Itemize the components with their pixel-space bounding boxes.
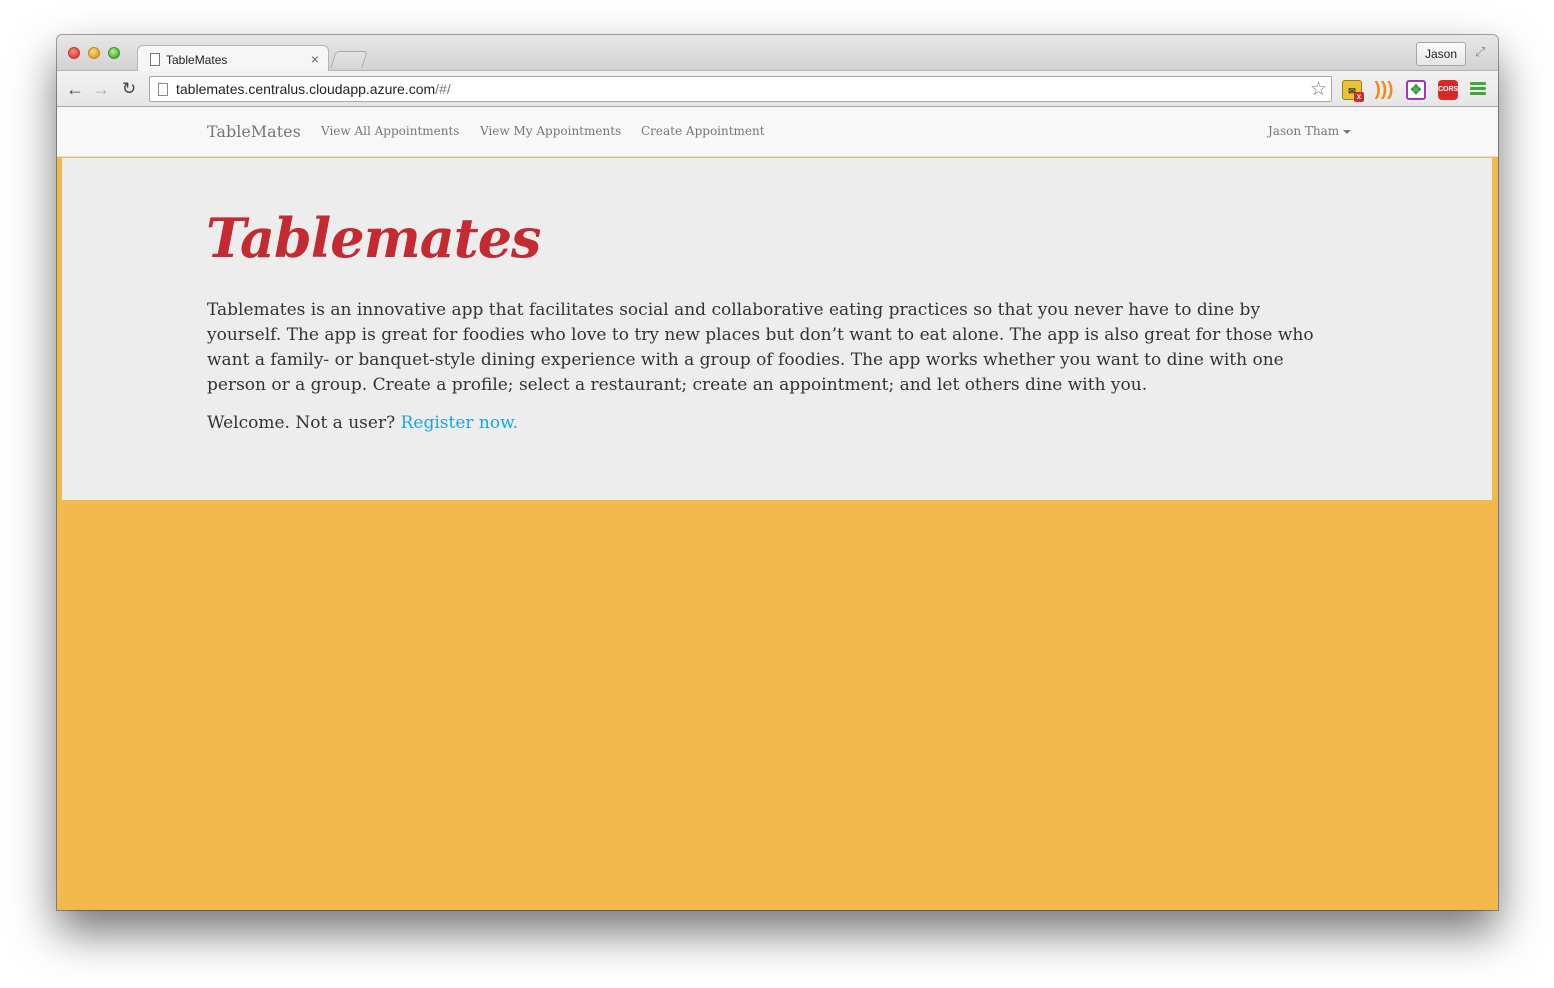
hero-section: Tablemates Tablemates is an innovative a…	[62, 158, 1492, 500]
nav-create-appointment[interactable]: Create Appointment	[641, 124, 765, 138]
browser-window: TableMates × Jason ⤢ ← → ↻ tablemates.ce…	[57, 35, 1498, 910]
tab-tablemates[interactable]: TableMates ×	[137, 45, 329, 72]
site-navbar: TableMates View All Appointments View My…	[57, 107, 1498, 157]
url-path: /#/	[435, 81, 451, 97]
nav-view-all-appointments[interactable]: View All Appointments	[321, 124, 459, 138]
zoom-window-button[interactable]	[108, 47, 120, 59]
star-icon[interactable]: ☆	[1310, 78, 1327, 101]
register-link[interactable]: Register now.	[401, 413, 518, 433]
back-arrow-icon[interactable]: ←	[65, 79, 85, 99]
cors-icon[interactable]: CORS	[1438, 80, 1458, 100]
tab-title: TableMates	[166, 53, 228, 67]
forward-arrow-icon[interactable]: →	[91, 79, 111, 99]
nav-view-my-appointments[interactable]: View My Appointments	[480, 124, 621, 138]
hamburger-menu-icon[interactable]	[1470, 82, 1486, 97]
fullscreen-icon[interactable]: ⤢	[1475, 45, 1489, 59]
page-content: TableMates View All Appointments View My…	[57, 107, 1498, 910]
hero-title: Tablemates	[206, 206, 541, 270]
welcome-line: Welcome. Not a user? Register now.	[207, 413, 518, 433]
welcome-text: Welcome. Not a user?	[207, 413, 396, 433]
new-tab-button[interactable]	[330, 51, 368, 68]
rss-icon[interactable]: )))	[1374, 80, 1394, 100]
close-window-button[interactable]	[68, 47, 80, 59]
close-tab-icon[interactable]: ×	[311, 51, 319, 67]
page-icon	[150, 53, 160, 66]
url-text[interactable]: tablemates.centralus.cloudapp.azure.com/…	[176, 81, 451, 97]
minimize-window-button[interactable]	[88, 47, 100, 59]
browser-toolbar: ← → ↻ tablemates.centralus.cloudapp.azur…	[57, 71, 1498, 107]
reload-icon[interactable]: ↻	[119, 79, 139, 99]
chevron-down-icon	[1343, 129, 1352, 134]
address-bar[interactable]: tablemates.centralus.cloudapp.azure.com/…	[149, 76, 1332, 102]
page-info-icon[interactable]	[158, 83, 168, 96]
url-host: tablemates.centralus.cloudapp.azure.com	[176, 81, 436, 97]
mail-checker-icon[interactable]: ✉ x	[1342, 80, 1364, 102]
move-extension-icon[interactable]: ✥	[1406, 80, 1426, 100]
profile-button[interactable]: Jason	[1415, 42, 1466, 66]
brand-link[interactable]: TableMates	[207, 122, 301, 141]
error-badge-icon: x	[1354, 92, 1364, 102]
hero-description: Tablemates is an innovative app that fac…	[207, 300, 1314, 395]
tab-strip: TableMates × Jason ⤢	[57, 35, 1498, 72]
user-name: Jason Tham	[1268, 124, 1340, 138]
user-dropdown[interactable]: Jason Tham	[1268, 124, 1352, 138]
